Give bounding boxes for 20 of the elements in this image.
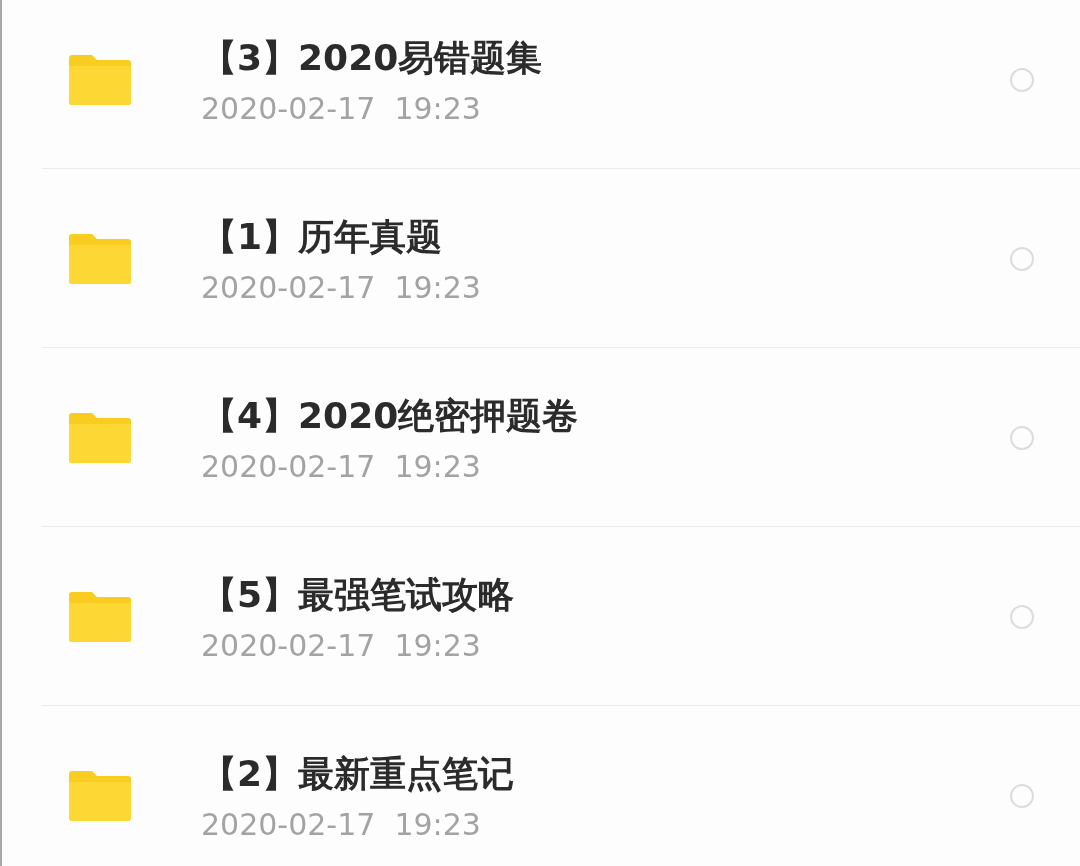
modified-date: 2020-02-17 19:23: [201, 627, 482, 663]
folder-icon: [69, 54, 131, 105]
folder-name: 【2】最新重点笔记: [201, 751, 516, 796]
modified-date: 2020-02-17 19:23: [201, 269, 482, 305]
folder-icon: [69, 770, 131, 821]
folder-name: 【4】2020绝密押题卷: [201, 393, 580, 438]
folder-icon: [69, 233, 131, 284]
select-radio[interactable]: [1010, 783, 1034, 808]
modified-date: 2020-02-17 19:23: [201, 90, 482, 126]
modified-date: 2020-02-17 19:23: [201, 806, 482, 842]
folder-name: 【5】最强笔试攻略: [201, 572, 516, 617]
folder-name: 【1】历年真题: [201, 214, 444, 259]
folder-icon: [69, 412, 131, 463]
select-radio[interactable]: [1010, 67, 1034, 92]
select-radio[interactable]: [1010, 425, 1034, 450]
modified-date: 2020-02-17 19:23: [201, 448, 482, 484]
select-radio[interactable]: [1010, 246, 1034, 271]
folder-name: 【3】2020易错题集: [201, 35, 544, 80]
select-radio[interactable]: [1010, 604, 1034, 629]
folder-icon: [69, 591, 131, 642]
